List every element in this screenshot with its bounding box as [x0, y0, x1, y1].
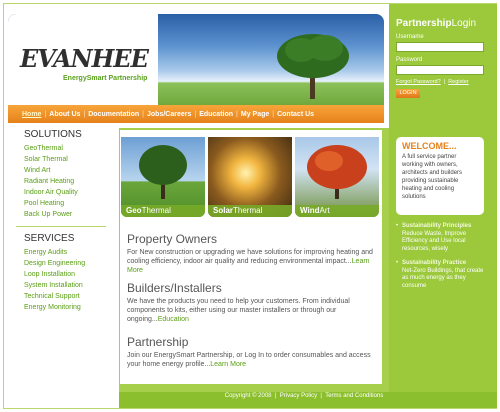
login-button[interactable]: LOGIN: [396, 89, 420, 98]
login-links: Forgot Password? | Register: [396, 79, 469, 85]
nav-my-page[interactable]: My Page: [241, 111, 269, 118]
solution-wind-art[interactable]: Wind Art: [24, 165, 114, 176]
nav-about-us[interactable]: About Us: [49, 111, 80, 118]
username-label: Username: [396, 34, 424, 40]
section-title-builders-installers: Builders/Installers: [127, 281, 222, 295]
photo-geothermal[interactable]: GeoThermal: [121, 137, 205, 217]
service-loop-installation[interactable]: Loop Installation: [24, 269, 114, 280]
left-sidebar: SOLUTIONS GeoThermal Solar Thermal Wind …: [8, 124, 114, 388]
logo-tagline: EnergySmart Partnership: [63, 75, 148, 82]
bullet-icon: •: [396, 260, 399, 266]
welcome-heading: WELCOME...: [402, 141, 457, 151]
forgot-password-link[interactable]: Forgot Password?: [396, 79, 441, 85]
photo-caption-wind-art: WindArt: [295, 205, 379, 217]
nav-documentation[interactable]: Documentation: [88, 111, 139, 118]
page: EVANHEE EnergySmart Partnership Home | A…: [0, 0, 500, 412]
logo[interactable]: EVANHEE: [20, 44, 149, 73]
solutions-heading: SOLUTIONS: [24, 129, 82, 140]
password-label: Password: [396, 57, 423, 63]
partnership-learn-more-link[interactable]: Learn More: [210, 361, 246, 368]
welcome-box: WELCOME... A full service partner workin…: [396, 137, 484, 215]
service-technical-support[interactable]: Technical Support: [24, 291, 114, 302]
service-energy-audits[interactable]: Energy Audits: [24, 247, 114, 258]
education-link[interactable]: Education: [158, 316, 189, 323]
oak-tree-image: [139, 145, 187, 199]
section-text-builders-installers: We have the products you need to help yo…: [127, 298, 350, 323]
section-title-partnership: Partnership: [127, 335, 189, 349]
logo-panel: EVANHEE EnergySmart Partnership: [8, 14, 158, 105]
terms-link[interactable]: Terms and Conditions: [325, 393, 383, 399]
service-design-engineering[interactable]: Design Engineering: [24, 258, 114, 269]
nav-contact-us[interactable]: Contact Us: [277, 111, 314, 118]
copyright-text: Copyright © 2008: [224, 393, 272, 399]
password-input[interactable]: [396, 65, 484, 75]
tree-image: [277, 34, 349, 99]
photo-caption-solar-thermal: SolarThermal: [208, 205, 292, 217]
sidebar-divider: [16, 226, 106, 227]
solution-radiant-heating[interactable]: Radiant Heating: [24, 176, 114, 187]
nav-education[interactable]: Education: [199, 111, 233, 118]
header-banner: EVANHEE EnergySmart Partnership: [8, 14, 384, 105]
principle-item: • Sustainability Principles Reduce Waste,…: [396, 223, 472, 252]
section-text-partnership: Join our EnergySmart Partnership, or Log…: [127, 352, 371, 368]
privacy-policy-link[interactable]: Privacy Policy: [280, 393, 317, 399]
section-text-property-owners: For New construction or upgrading we hav…: [127, 249, 373, 274]
nav-jobs-careers[interactable]: Jobs/Careers: [147, 111, 191, 118]
photo-wind-art[interactable]: WindArt: [295, 137, 379, 217]
solution-indoor-air-quality[interactable]: Indoor Air Quality: [24, 187, 114, 198]
welcome-text: A full service partner working with owne…: [402, 154, 463, 200]
solution-back-up-power[interactable]: Back Up Power: [24, 209, 114, 220]
login-title: PartnershipLogin: [396, 18, 477, 29]
practice-item: • Sustainability Practice Net-Zero Buildi…: [396, 260, 484, 289]
username-input[interactable]: [396, 42, 484, 52]
solution-geothermal[interactable]: GeoThermal: [24, 143, 114, 154]
services-heading: SERVICES: [24, 233, 75, 244]
photo-caption-geothermal: GeoThermal: [121, 205, 205, 217]
service-energy-monitoring[interactable]: Energy Monitoring: [24, 302, 114, 313]
nav-home[interactable]: Home: [22, 111, 41, 118]
solution-solar-thermal[interactable]: Solar Thermal: [24, 154, 114, 165]
section-title-property-owners: Property Owners: [127, 232, 218, 246]
service-system-installation[interactable]: System Installation: [24, 280, 114, 291]
footer: Copyright © 2008 | Privacy Policy | Term…: [224, 393, 384, 399]
main-nav: Home | About Us | Documentation | Jobs/C…: [8, 105, 384, 123]
bullet-icon: •: [396, 223, 399, 229]
login-panel: PartnershipLogin Username Password Forgo…: [396, 18, 488, 98]
register-link[interactable]: Register: [448, 79, 468, 85]
photo-solar-thermal[interactable]: SolarThermal: [208, 137, 292, 217]
autumn-tree-image: [307, 145, 367, 199]
solution-pool-heating[interactable]: Pool Heating: [24, 198, 114, 209]
